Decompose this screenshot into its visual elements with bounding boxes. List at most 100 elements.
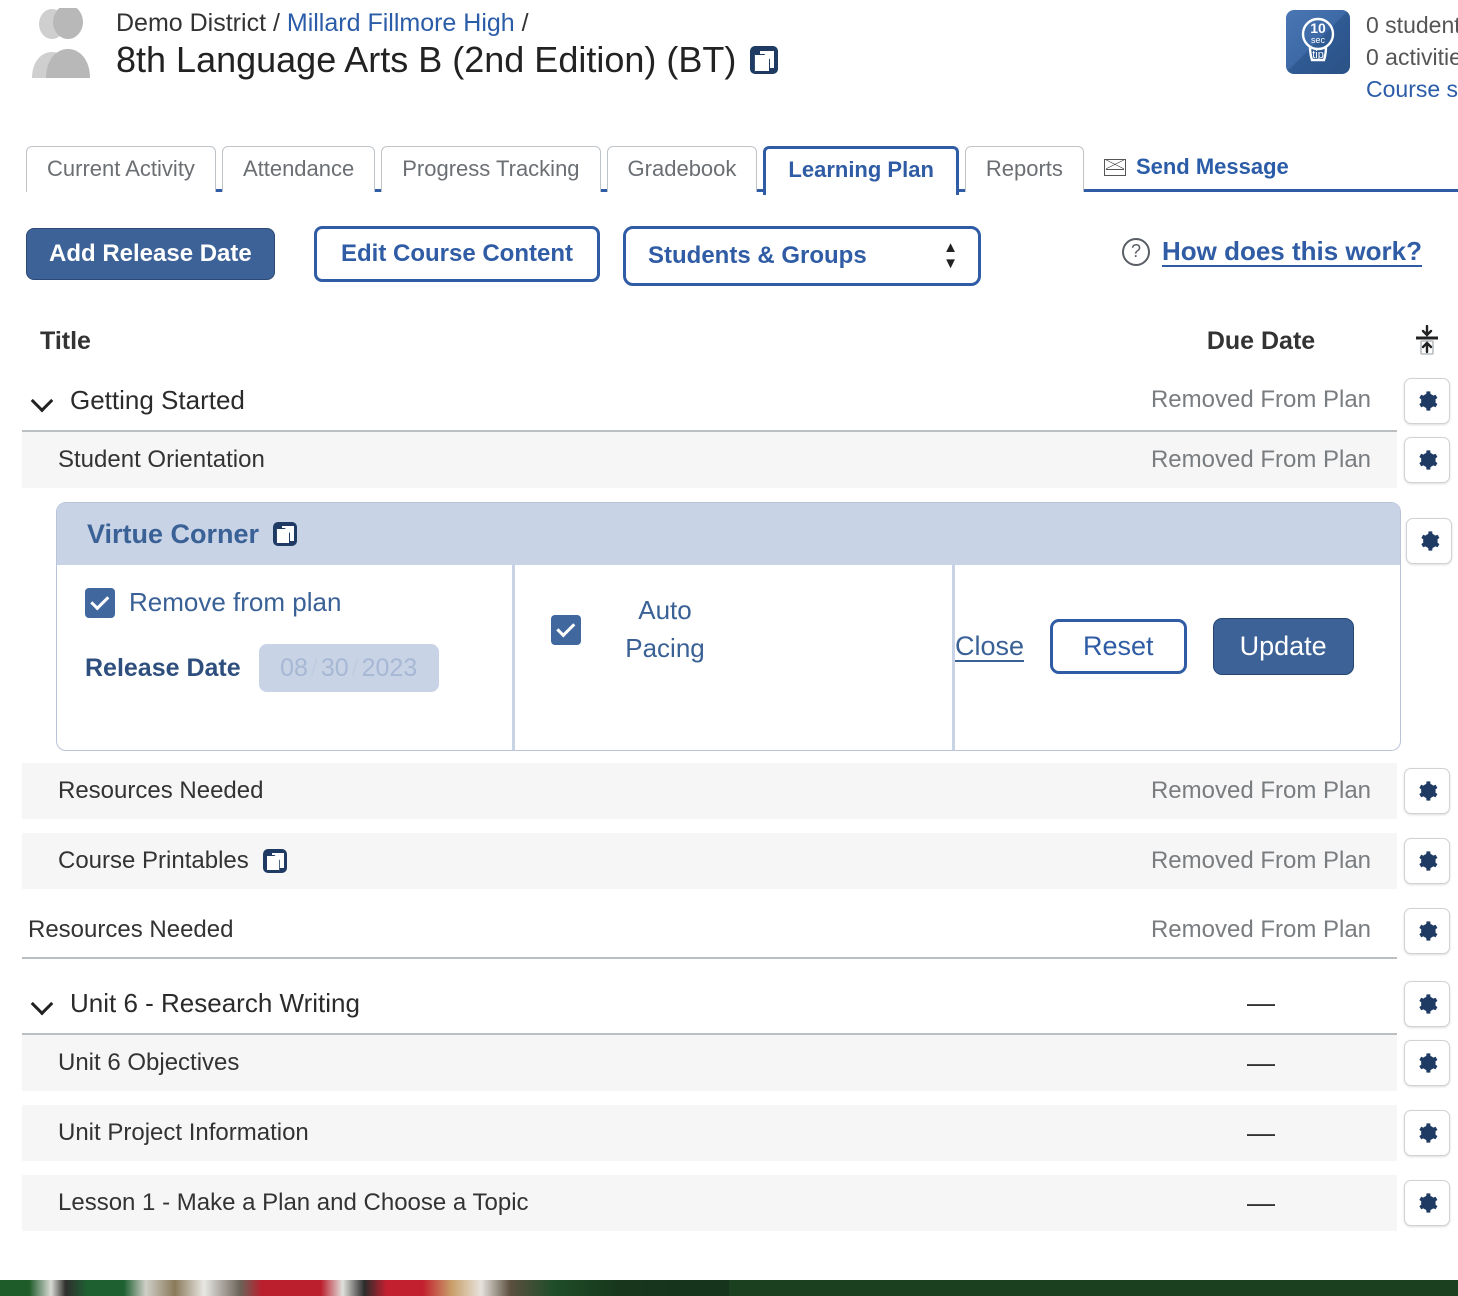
gear-icon[interactable] — [1404, 1040, 1450, 1086]
tab-reports[interactable]: Reports — [964, 146, 1084, 192]
learning-plan-page: Demo District / Millard Fillmore High / … — [0, 0, 1458, 1296]
svg-text:sec: sec — [1311, 35, 1326, 45]
row-due-date: — — [1125, 1105, 1397, 1161]
row-title: Resources Needed — [58, 777, 264, 804]
svg-text:tip: tip — [1312, 49, 1324, 61]
new-window-icon[interactable] — [262, 849, 287, 873]
row-due-date: Removed From Plan — [1125, 903, 1397, 959]
course-settings-link[interactable]: Course settings — [1366, 74, 1458, 104]
release-date-day: 30 — [320, 653, 349, 682]
row-due-date: — — [1125, 1175, 1397, 1231]
release-date-year: 2023 — [361, 653, 418, 682]
how-does-this-work-link[interactable]: ? How does this work? — [1121, 236, 1422, 267]
breadcrumb-school-link[interactable]: Millard Fillmore High — [287, 9, 515, 37]
auto-pacing-label: Auto Pacing — [605, 591, 725, 667]
release-date-input[interactable]: 08 / 30 / 2023 — [258, 644, 439, 692]
gear-icon[interactable] — [1404, 908, 1450, 954]
course-title-row: 8th Language Arts B (2nd Edition) (BT) — [116, 38, 779, 82]
row-title: Course Printables — [58, 847, 249, 874]
virtue-corner-header: Virtue Corner — [57, 503, 1400, 565]
expanded-row-wrapper: Virtue Corner Remove from plan Release D… — [22, 502, 1458, 763]
question-mark-circle-icon: ? — [1121, 237, 1150, 266]
table-row[interactable]: Lesson 1 - Make a Plan and Choose a Topi… — [22, 1175, 1458, 1231]
page-title: 8th Language Arts B (2nd Edition) (BT) — [116, 39, 737, 80]
tab-gradebook[interactable]: Gradebook — [606, 146, 758, 192]
tab-learning-plan[interactable]: Learning Plan — [763, 146, 959, 195]
learning-plan-table: Title Due Date Getting Started Removed F… — [22, 312, 1458, 1245]
release-date-row: Release Date 08 / 30 / 2023 — [85, 644, 512, 692]
table-row[interactable]: Getting Started Removed From Plan — [22, 370, 1458, 432]
auto-pacing-line-1: Auto — [638, 595, 692, 625]
row-due-date: Removed From Plan — [1125, 370, 1397, 432]
new-window-icon[interactable] — [273, 522, 298, 546]
page-footer-banner — [0, 1280, 1458, 1296]
row-title: Unit 6 - Research Writing — [70, 987, 360, 1018]
row-due-date: Removed From Plan — [1125, 833, 1397, 889]
row-due-date: Removed From Plan — [1125, 763, 1397, 819]
row-due-date: — — [1125, 1035, 1397, 1091]
row-title: Resources Needed — [28, 916, 234, 943]
edit-course-content-button[interactable]: Edit Course Content — [314, 226, 600, 282]
how-does-this-work-label: How does this work? — [1161, 236, 1422, 266]
gear-icon[interactable] — [1404, 1110, 1450, 1156]
gear-icon[interactable] — [1406, 518, 1453, 564]
auto-pacing-line-2: Pacing — [625, 633, 705, 663]
column-header-title: Title — [40, 326, 91, 355]
gear-icon[interactable] — [1404, 378, 1450, 424]
row-due-date: — — [1125, 973, 1397, 1035]
students-groups-label: Students & Groups — [648, 242, 867, 269]
svg-text:10: 10 — [1310, 20, 1326, 36]
chevron-down-icon[interactable] — [32, 996, 54, 1010]
row-due-date: Removed From Plan — [1125, 432, 1397, 488]
remove-from-plan-checkbox[interactable] — [85, 587, 115, 618]
gear-icon[interactable] — [1404, 838, 1450, 884]
chevron-down-icon[interactable] — [32, 393, 54, 407]
update-button[interactable]: Update — [1212, 618, 1354, 675]
tab-attendance[interactable]: Attendance — [221, 146, 376, 192]
students-groups-select[interactable]: Students & Groups ▲ ▼ — [623, 226, 981, 286]
table-row[interactable]: Unit 6 - Research Writing — — [22, 973, 1458, 1035]
table-row[interactable]: Resources Needed Removed From Plan — [22, 763, 1458, 819]
add-release-date-button[interactable]: Add Release Date — [26, 228, 275, 280]
auto-pacing-checkbox[interactable] — [551, 615, 581, 645]
release-date-month: 08 — [280, 653, 308, 682]
ten-second-tip-icon[interactable]: 10 sec tip — [1286, 10, 1350, 74]
gear-icon[interactable] — [1404, 437, 1450, 483]
close-button[interactable]: Close — [955, 631, 1024, 662]
virtue-corner-panel: Virtue Corner Remove from plan Release D… — [56, 502, 1401, 751]
table-header-row: Title Due Date — [22, 312, 1458, 370]
new-window-icon[interactable] — [750, 46, 779, 74]
breadcrumb-district: Demo District — [116, 9, 267, 37]
reset-button[interactable]: Reset — [1050, 619, 1187, 674]
breadcrumb: Demo District / Millard Fillmore High / — [116, 8, 529, 38]
gear-icon[interactable] — [1404, 768, 1450, 814]
table-row[interactable]: Student Orientation Removed From Plan — [22, 432, 1458, 488]
table-row[interactable]: Course Printables Removed From Plan — [22, 833, 1458, 889]
row-title: Lesson 1 - Make a Plan and Choose a Topi… — [58, 1189, 529, 1216]
send-message-label: Send Message — [1135, 154, 1289, 179]
row-title: Student Orientation — [58, 446, 265, 473]
release-date-sep-1: / — [310, 653, 318, 682]
envelope-icon — [1103, 158, 1126, 176]
table-row[interactable]: Resources Needed Removed From Plan — [22, 903, 1458, 959]
release-date-sep-2: / — [351, 653, 359, 682]
gear-icon[interactable] — [1404, 1180, 1450, 1226]
panel-actions: Close Reset Update — [952, 565, 1400, 750]
remove-from-plan-checkbox-row[interactable]: Remove from plan — [85, 587, 512, 618]
breadcrumb-separator-1: / — [272, 9, 280, 37]
row-title: Unit 6 Objectives — [58, 1049, 240, 1076]
tab-progress-tracking[interactable]: Progress Tracking — [381, 146, 601, 192]
collapse-all-icon[interactable] — [1412, 324, 1442, 357]
activities-count: 0 activities — [1366, 44, 1458, 70]
table-row[interactable]: Unit 6 Objectives — — [22, 1035, 1458, 1091]
page-header: Demo District / Millard Fillmore High / … — [0, 0, 1458, 118]
remove-from-plan-label: Remove from plan — [129, 587, 342, 617]
students-count: 0 students — [1366, 12, 1458, 38]
gear-icon[interactable] — [1404, 981, 1450, 1027]
tab-current-activity[interactable]: Current Activity — [26, 146, 216, 192]
send-message-button[interactable]: Send Message — [1090, 144, 1297, 192]
column-header-due-date: Due Date — [1206, 326, 1316, 355]
table-row[interactable]: Unit Project Information — — [22, 1105, 1458, 1161]
header-right-summary: 10 sec tip 0 students 0 activities Cours… — [1286, 10, 1458, 104]
stepper-chevrons-icon: ▲ ▼ — [943, 239, 958, 272]
